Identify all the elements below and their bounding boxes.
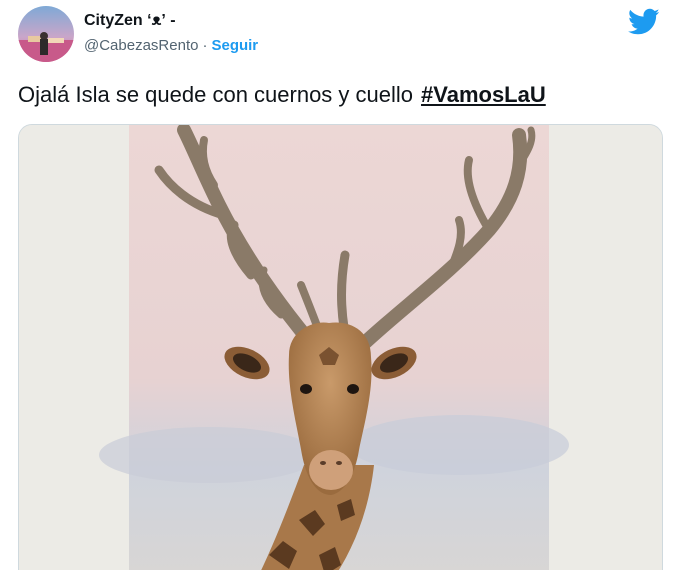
tweet-body: Ojalá Isla se quede con cuernos y cuello: [18, 82, 414, 107]
display-name[interactable]: CityZen ʻᴥʼ -: [84, 11, 258, 31]
author-block: CityZen ʻᴥʼ - @CabezasRento · Seguir: [84, 11, 258, 56]
hashtag-link[interactable]: #VamosLaU: [421, 82, 546, 107]
tweet-card: CityZen ʻᴥʼ - @CabezasRento · Seguir Ojalá…: [0, 0, 678, 570]
avatar[interactable]: [18, 6, 74, 62]
separator-dot: ·: [202, 37, 208, 54]
author-handle[interactable]: @CabezasRento: [84, 37, 198, 54]
follow-button[interactable]: Seguir: [211, 37, 258, 54]
handle-line: @CabezasRento · Seguir: [84, 36, 258, 56]
tweet-text: Ojalá Isla se quede con cuernos y cuello…: [18, 80, 546, 110]
twitter-bird-icon[interactable]: [628, 8, 660, 36]
tweet-header: CityZen ʻᴥʼ - @CabezasRento · Seguir: [18, 6, 660, 62]
tweet-media-image[interactable]: [18, 124, 663, 570]
